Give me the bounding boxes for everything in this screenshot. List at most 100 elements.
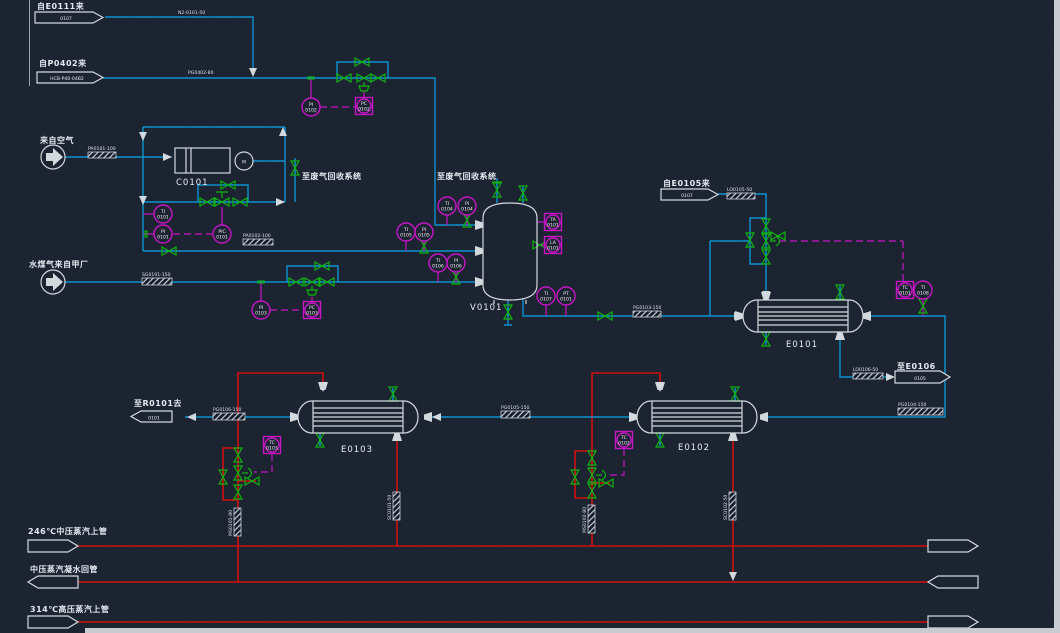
cad-canvas[interactable]: M C0101 V0101 E0101 E0102 E0103 0107 HCB…: [0, 0, 1060, 633]
svg-text:0107: 0107: [681, 193, 693, 199]
svg-text:SC0102-50: SC0102-50: [723, 495, 729, 520]
svg-text:PG0402-80: PG0402-80: [188, 70, 214, 76]
svg-text:TI: TI: [403, 227, 408, 233]
svg-text:LO0105-50: LO0105-50: [727, 187, 752, 193]
svg-text:PI: PI: [454, 258, 458, 264]
svg-text:0101: 0101: [547, 246, 559, 252]
vertical-scrollbar[interactable]: [1054, 0, 1060, 633]
instrument-ta-v0101: TA0101: [545, 214, 562, 231]
svg-text:0101: 0101: [547, 223, 559, 229]
svg-text:PG0106-150: PG0106-150: [213, 407, 242, 413]
motor-icon: M: [242, 160, 246, 166]
svg-text:PT: PT: [563, 291, 569, 297]
instrument-pi-c0101: PI0101: [154, 225, 172, 243]
svg-text:0106: 0106: [450, 264, 462, 270]
svg-text:TI: TI: [920, 285, 925, 291]
svg-text:0101: 0101: [157, 215, 169, 221]
instrument-pc-0103: PC0103: [304, 302, 321, 319]
offpage-connector-e0106: 0105: [895, 371, 950, 383]
instrument-ti-0108: TI0108: [914, 281, 932, 299]
offpage-connector-p0402: HCB-P40-04B2: [37, 72, 103, 83]
instrument-pi-0106: PI0106: [447, 254, 465, 272]
svg-text:0104: 0104: [441, 207, 453, 213]
instrument-pc-0102: PC0102: [356, 98, 373, 115]
svg-text:TI: TI: [444, 201, 449, 207]
equipment-tag-e0102: E0102: [678, 443, 710, 453]
svg-text:MS0101-80: MS0101-80: [228, 510, 234, 536]
instrument-pi-0102: PI0102: [302, 98, 320, 116]
svg-text:0102: 0102: [618, 441, 630, 447]
instrument-ti-0104: TI0104: [438, 197, 456, 215]
svg-text:HCB-P40-04B2: HCB-P40-04B2: [50, 76, 84, 82]
svg-text:0102: 0102: [358, 107, 370, 113]
svg-text:PG0104-150: PG0104-150: [898, 402, 927, 408]
svg-text:PA0101-100: PA0101-100: [88, 146, 116, 152]
svg-text:0106: 0106: [432, 264, 444, 270]
svg-text:0107: 0107: [540, 297, 552, 303]
instrument-pic-c0101: PIC0101: [213, 225, 231, 243]
label-header-hp-supply: 314℃高压蒸汽上管: [30, 604, 109, 614]
instrument-tc-e0101: TC0101: [897, 282, 914, 299]
svg-text:SC0101-50: SC0101-50: [387, 495, 393, 520]
svg-text:LA: LA: [550, 240, 557, 246]
svg-text:0102: 0102: [305, 108, 317, 114]
label-from-p0402: 自P0402来: [39, 58, 87, 68]
label-offgas-right: 至废气回收系统: [437, 171, 497, 181]
label-to-e0106: 至E0106: [897, 362, 936, 371]
instrument-pi-0103: PI0103: [252, 301, 270, 319]
svg-text:TI: TI: [543, 291, 548, 297]
svg-text:PI: PI: [422, 227, 426, 233]
svg-text:LO0106-50: LO0106-50: [853, 367, 878, 373]
svg-text:0101: 0101: [899, 291, 911, 297]
svg-text:PC: PC: [309, 305, 315, 311]
svg-text:0107: 0107: [60, 16, 72, 22]
label-header-mp-condensate: 中压蒸汽凝水回管: [30, 564, 98, 574]
label-offgas-left: 至废气回收系统: [302, 171, 362, 181]
svg-text:MS0102-80: MS0102-80: [582, 507, 588, 533]
svg-text:PC: PC: [361, 101, 367, 107]
horizontal-scrollbar[interactable]: [85, 628, 1054, 633]
svg-text:0103: 0103: [266, 446, 278, 452]
svg-text:TC: TC: [268, 440, 275, 446]
instrument-ti-0105: TI0105: [397, 223, 415, 241]
svg-text:PI: PI: [259, 305, 263, 311]
instrument-pt-0101: PT0101: [557, 287, 575, 305]
svg-text:SG0101-150: SG0101-150: [142, 272, 171, 278]
instrument-ti-c0101: TI0101: [154, 205, 172, 223]
svg-text:PI: PI: [465, 201, 469, 207]
svg-text:PA0102-100: PA0102-100: [243, 233, 271, 239]
equipment-tag-e0101: E0101: [786, 340, 818, 350]
svg-text:0103: 0103: [306, 311, 318, 317]
label-from-watergas: 水煤气来自甲厂: [28, 259, 89, 269]
instrument-ti-0107: TI0107: [537, 287, 555, 305]
svg-text:0103: 0103: [255, 311, 267, 317]
svg-text:PG0103-150: PG0103-150: [633, 305, 662, 311]
svg-text:N2-0101-50: N2-0101-50: [178, 10, 205, 16]
svg-text:0101: 0101: [148, 416, 160, 422]
svg-text:TI: TI: [160, 209, 165, 215]
instrument-la-v0101: LA0101: [545, 237, 562, 254]
offpage-connector-e0111: 0107: [35, 12, 103, 23]
svg-text:0105: 0105: [914, 376, 926, 382]
equipment-tag-e0103: E0103: [341, 445, 373, 455]
instrument-tc-e0103: TC0103: [264, 437, 281, 454]
instrument-tc-e0102: TC0102: [616, 432, 633, 449]
label-from-e0105: 自E0105来: [663, 178, 711, 188]
svg-text:0105: 0105: [418, 233, 430, 239]
svg-text:TC: TC: [901, 285, 908, 291]
svg-text:0104: 0104: [461, 207, 473, 213]
svg-text:0108: 0108: [917, 291, 929, 297]
svg-text:TC: TC: [620, 435, 627, 441]
instrument-pi-0104: PI0104: [458, 197, 476, 215]
svg-text:PG0105-150: PG0105-150: [501, 405, 530, 411]
label-from-e0111: 自E0111来: [37, 1, 85, 11]
label-from-air: 来自空气: [39, 135, 74, 145]
svg-text:0101: 0101: [560, 297, 572, 303]
equipment-tag-v0101: V0101: [470, 303, 502, 313]
equipment-tag-c0101: C0101: [176, 178, 209, 188]
svg-text:TI: TI: [435, 258, 440, 264]
svg-text:PI: PI: [161, 229, 165, 235]
svg-text:0101: 0101: [157, 235, 169, 241]
instrument-pi-0105: PI0105: [415, 223, 433, 241]
instrument-ti-0106: TI0106: [429, 254, 447, 272]
